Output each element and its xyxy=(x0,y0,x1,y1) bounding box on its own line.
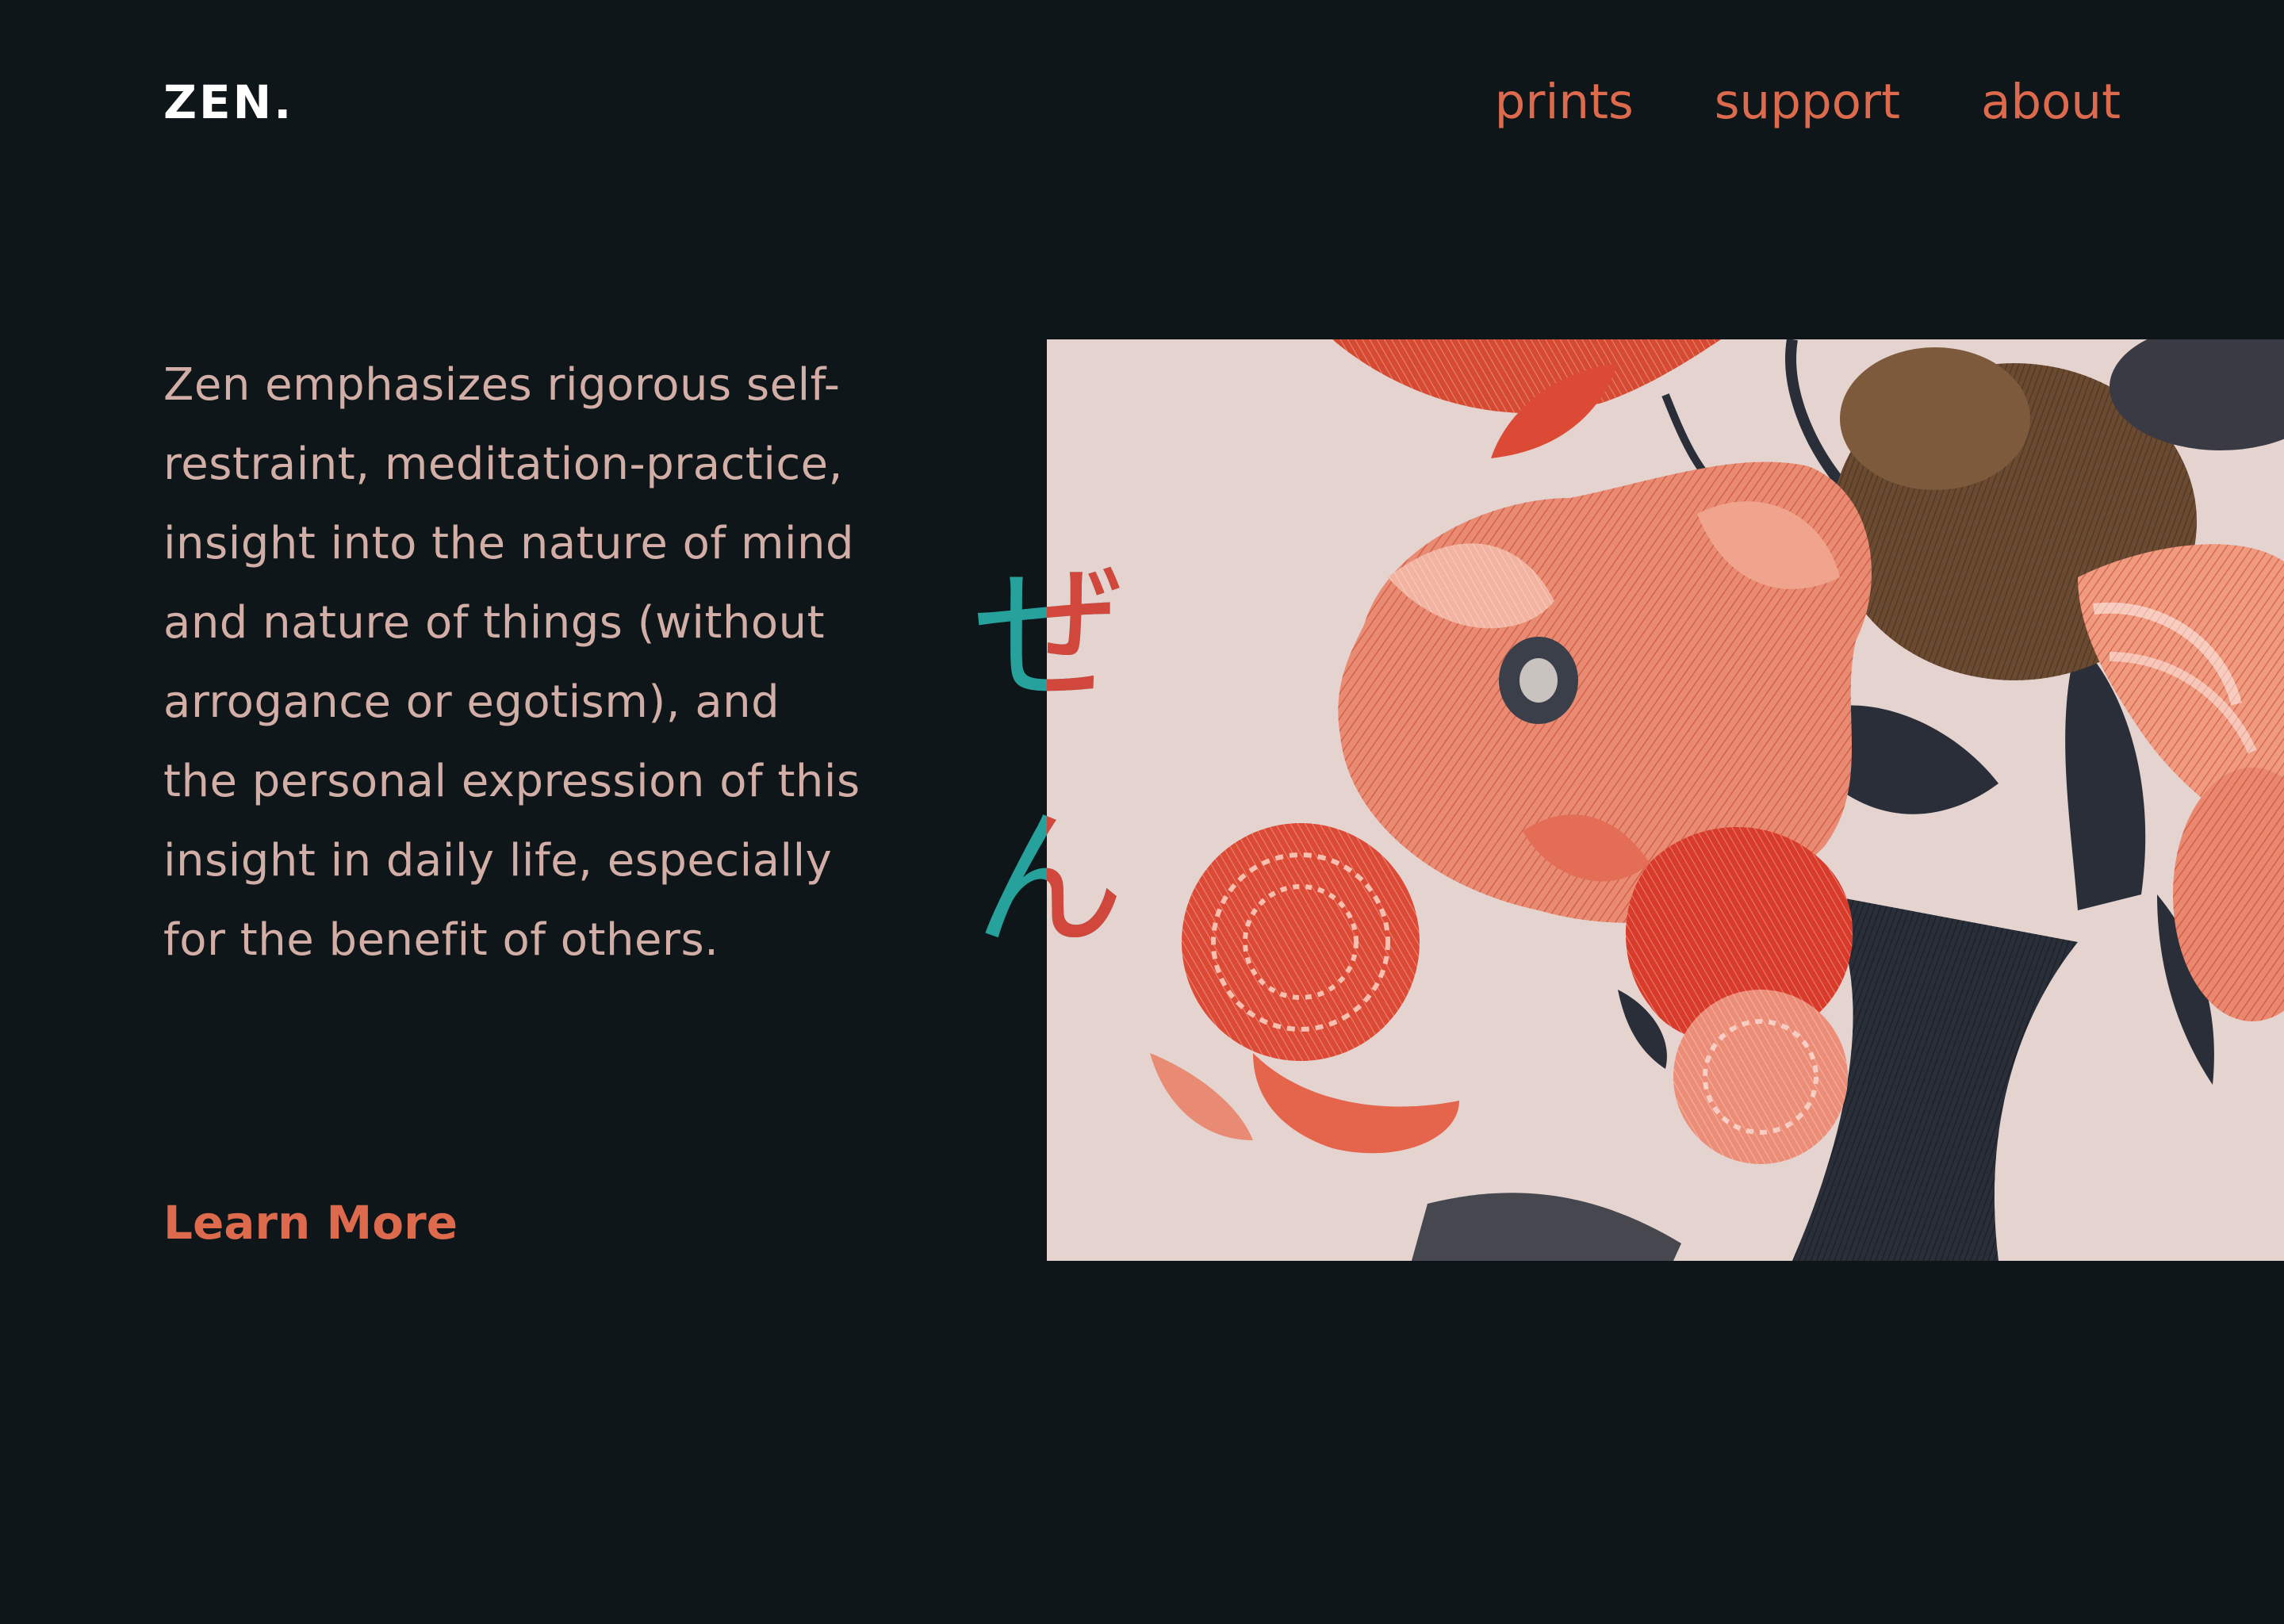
main-nav: prints support about xyxy=(1495,71,2121,133)
site-logo[interactable]: ZEN. xyxy=(163,73,293,132)
vertical-title-char-n: ん ん xyxy=(974,801,1125,959)
floral-engraving-illustration xyxy=(1047,339,2284,1261)
vertical-title-char-ze: ぜ ぜ xyxy=(974,555,1125,714)
nav-link-about[interactable]: about xyxy=(1981,71,2121,133)
learn-more-link[interactable]: Learn More xyxy=(163,1189,458,1256)
nav-link-prints[interactable]: prints xyxy=(1495,71,1634,133)
nav-link-support[interactable]: support xyxy=(1715,71,1900,133)
intro-paragraph: Zen emphasizes rigorous self-restraint, … xyxy=(163,359,860,966)
hero-image xyxy=(1047,339,2284,1261)
